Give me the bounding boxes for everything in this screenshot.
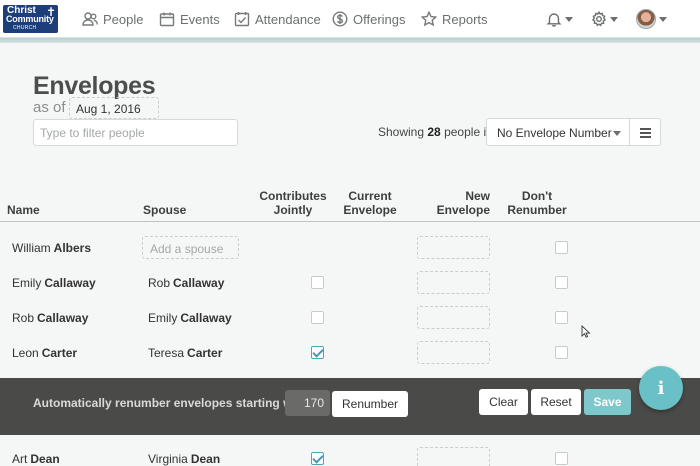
showing-count: 28: [427, 125, 441, 139]
new-envelope-input[interactable]: [417, 271, 490, 294]
envelope-filter-value: No Envelope Number: [497, 126, 612, 140]
spouse-name: Emily Callaway: [148, 310, 232, 325]
showing-prefix: Showing: [378, 125, 425, 139]
nav-offerings-label: Offerings: [353, 11, 406, 27]
new-envelope-input[interactable]: [417, 306, 490, 329]
person-name: Art Dean: [12, 451, 60, 466]
bell-icon: [546, 13, 562, 27]
top-nav: Christ ✝ Community CHURCH People Events …: [0, 0, 700, 38]
new-envelope-input[interactable]: [417, 236, 490, 259]
envelope-filter-select[interactable]: No Envelope Number: [486, 118, 630, 146]
chevron-down-icon: [610, 16, 618, 22]
dont-renumber-checkbox[interactable]: [555, 241, 568, 254]
gear-icon: [591, 11, 607, 27]
new-envelope-input[interactable]: [417, 447, 490, 466]
column-header-new-envelope: New Envelope: [436, 189, 490, 217]
people-icon: [82, 12, 98, 26]
nav-reports[interactable]: Reports: [421, 0, 488, 38]
as-of-label: as of: [33, 99, 66, 116]
dont-renumber-checkbox[interactable]: [555, 311, 568, 324]
person-name: Leon Carter: [12, 345, 78, 360]
column-header-dont-renumber: Don't Renumber: [507, 189, 567, 217]
nav-stripe: [0, 38, 700, 43]
table-header-divider: [0, 221, 700, 222]
nav-attendance[interactable]: Attendance: [234, 0, 321, 38]
contributes-jointly-checkbox[interactable]: [311, 276, 324, 289]
table-row: Leon Carter Teresa Carter: [0, 335, 700, 370]
contributes-jointly-checkbox[interactable]: [311, 346, 324, 359]
renumber-action-bar: Automatically renumber envelopes startin…: [0, 378, 700, 435]
new-envelope-input[interactable]: [417, 341, 490, 364]
notifications-menu[interactable]: [546, 0, 573, 38]
save-button[interactable]: Save: [584, 389, 631, 415]
menu-button[interactable]: [629, 118, 661, 146]
column-header-current-envelope: Current Envelope: [343, 189, 397, 217]
checklist-icon: [234, 12, 250, 27]
nav-events[interactable]: Events: [159, 0, 220, 38]
column-header-name: Name: [7, 203, 40, 217]
person-name: William Albers: [12, 240, 92, 255]
table-row: Art Dean Virginia Dean: [0, 441, 700, 466]
user-menu[interactable]: [636, 0, 667, 38]
table-row: Emily Callaway Rob Callaway: [0, 265, 700, 300]
nav-offerings[interactable]: Offerings: [332, 0, 406, 38]
table-row: William Albers Add a spouse: [0, 230, 700, 265]
filter-people-input[interactable]: [33, 119, 238, 146]
clear-button[interactable]: Clear: [479, 389, 528, 415]
logo-text-line2: Community: [6, 14, 54, 24]
star-icon: [421, 11, 437, 27]
spouse-name: Teresa Carter: [148, 345, 223, 360]
nav-reports-label: Reports: [442, 11, 488, 27]
person-name: Rob Callaway: [12, 310, 89, 325]
church-logo[interactable]: Christ ✝ Community CHURCH: [3, 5, 58, 33]
chevron-down-icon: [613, 131, 621, 136]
contributes-jointly-checkbox[interactable]: [311, 452, 324, 465]
spouse-name: Virginia Dean: [148, 451, 221, 466]
nav-people[interactable]: People: [82, 0, 143, 38]
column-header-spouse: Spouse: [143, 203, 187, 217]
info-icon: i: [657, 377, 665, 399]
showing-count-text: Showing 28 people in: [378, 125, 493, 139]
logo-text-line3: CHURCH: [13, 25, 37, 31]
renumber-button[interactable]: Renumber: [332, 391, 408, 417]
table-row: Rob Callaway Emily Callaway: [0, 300, 700, 335]
dollar-icon: [332, 11, 348, 27]
add-spouse-field[interactable]: Add a spouse: [142, 236, 239, 259]
dont-renumber-checkbox[interactable]: [555, 276, 568, 289]
spouse-name: Rob Callaway: [148, 275, 225, 290]
nav-people-label: People: [103, 11, 144, 27]
renumber-label: Automatically renumber envelopes startin…: [33, 396, 308, 410]
nav-events-label: Events: [180, 11, 220, 27]
nav-attendance-label: Attendance: [255, 11, 321, 27]
person-name: Emily Callaway: [12, 275, 96, 290]
chevron-down-icon: [659, 16, 667, 22]
avatar: [636, 9, 656, 29]
info-button[interactable]: i: [639, 366, 683, 410]
hamburger-icon: [640, 128, 651, 130]
dont-renumber-checkbox[interactable]: [555, 452, 568, 465]
dont-renumber-checkbox[interactable]: [555, 346, 568, 359]
calendar-icon: [159, 12, 175, 27]
as-of-date-field[interactable]: Aug 1, 2016: [69, 97, 159, 119]
settings-menu[interactable]: [591, 0, 618, 38]
renumber-start-input[interactable]: 170: [285, 390, 330, 416]
contributes-jointly-checkbox[interactable]: [311, 311, 324, 324]
reset-button[interactable]: Reset: [531, 389, 581, 415]
chevron-down-icon: [565, 16, 573, 22]
column-header-jointly: Contributes Jointly: [259, 189, 327, 217]
